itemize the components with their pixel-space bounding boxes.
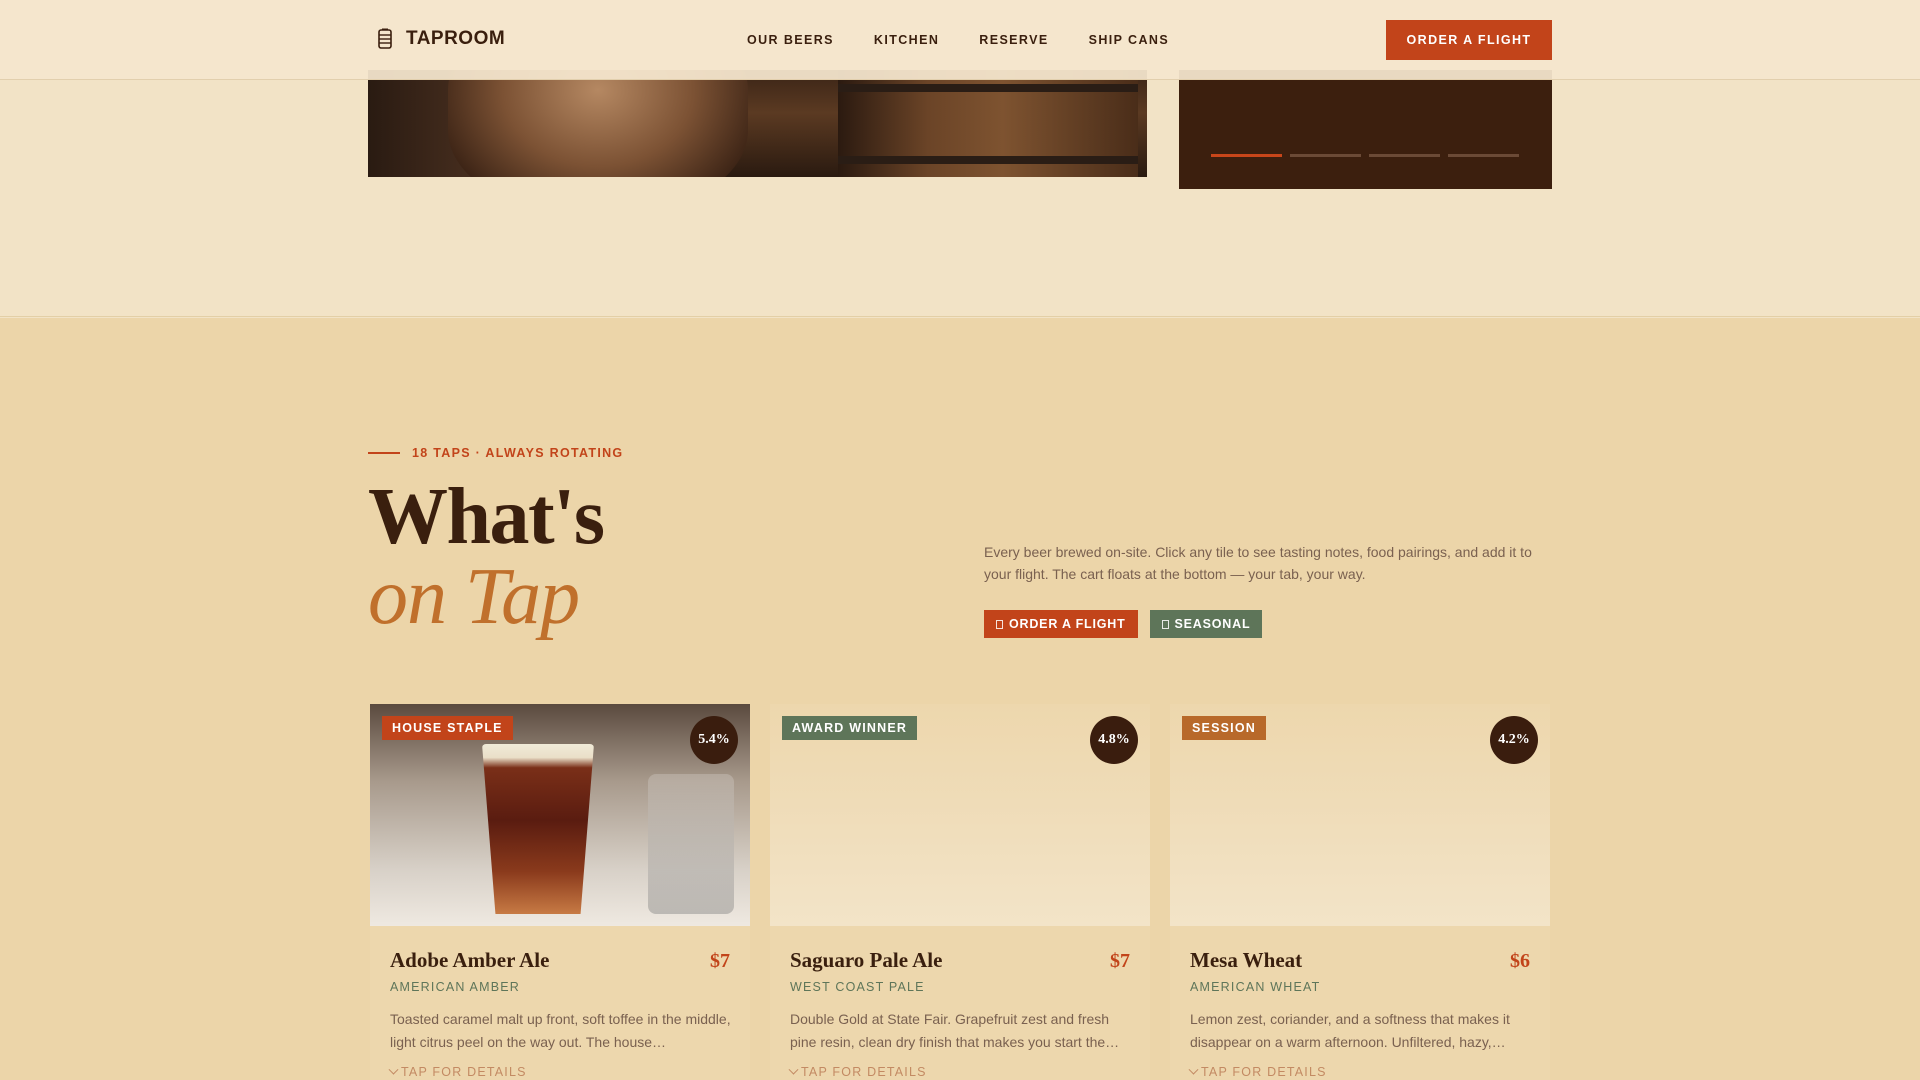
- eyebrow-text: 18 TAPS · ALWAYS ROTATING: [412, 446, 624, 460]
- beer-tag-badge: AWARD WINNER: [782, 716, 918, 740]
- barrel-shape: [448, 70, 748, 177]
- abv-badge: 5.4%: [690, 716, 738, 764]
- eyebrow-divider: [368, 452, 400, 454]
- beer-glass-image: [482, 744, 594, 914]
- barrel-hoop: [838, 156, 1138, 164]
- carousel-dot-2[interactable]: [1290, 154, 1361, 157]
- beer-card[interactable]: HOUSE STAPLE 5.4% Adobe Amber Ale $7 AME…: [370, 704, 750, 1080]
- beer-description: Lemon zest, coriander, and a softness th…: [1190, 1011, 1510, 1050]
- box-icon: [996, 619, 1003, 629]
- order-flight-button[interactable]: ORDER A FLIGHT: [1386, 20, 1552, 60]
- beer-style: WEST COAST PALE: [790, 980, 925, 994]
- hero-barrel-image: [368, 70, 1147, 177]
- beer-style: AMERICAN AMBER: [390, 980, 521, 994]
- section-eyebrow: 18 TAPS · ALWAYS ROTATING: [368, 446, 623, 460]
- section-actions: ORDER A FLIGHT SEASONAL: [984, 610, 1263, 638]
- tap-for-details-link[interactable]: TAP FOR DETAILS: [788, 1064, 927, 1079]
- abv-badge: 4.2%: [1490, 716, 1538, 764]
- order-flight-pill-button[interactable]: ORDER A FLIGHT: [984, 610, 1138, 638]
- seasonal-pill-label: SEASONAL: [1174, 617, 1251, 631]
- chevron-down-icon: [788, 1064, 799, 1075]
- box-icon: [1161, 619, 1169, 629]
- chevron-down-icon: [1188, 1064, 1199, 1075]
- beer-price: $7: [1110, 950, 1130, 972]
- section-title: What's: [368, 473, 605, 561]
- details-label: TAP FOR DETAILS: [401, 1065, 527, 1079]
- nav-ship-cans[interactable]: SHIP CANS: [1089, 33, 1169, 47]
- carousel-dot-4[interactable]: [1448, 154, 1519, 157]
- beer-price: $6: [1510, 950, 1530, 972]
- tap-for-details-link[interactable]: TAP FOR DETAILS: [388, 1064, 527, 1079]
- brand-logo[interactable]: TAPROOM: [376, 28, 505, 50]
- section-intro: Every beer brewed on-site. Click any til…: [984, 544, 1532, 582]
- tap-for-details-link[interactable]: TAP FOR DETAILS: [1188, 1064, 1327, 1079]
- carousel-dot-1[interactable]: [1211, 154, 1282, 157]
- beer-tag-badge: HOUSE STAPLE: [382, 716, 513, 740]
- beer-name: Mesa Wheat: [1190, 948, 1303, 972]
- chevron-down-icon: [388, 1064, 399, 1075]
- beer-tag-badge: SESSION: [1182, 716, 1266, 740]
- carousel-indicators: [1211, 154, 1519, 157]
- taproom-logo-icon: [378, 28, 392, 49]
- beer-name: Saguaro Pale Ale: [790, 948, 943, 972]
- beer-card[interactable]: AWARD WINNER 4.8% Saguaro Pale Ale $7 WE…: [770, 704, 1150, 1080]
- beer-style: AMERICAN WHEAT: [1190, 980, 1321, 994]
- beer-description: Toasted caramel malt up front, soft toff…: [390, 1011, 731, 1050]
- nav-kitchen[interactable]: KITCHEN: [874, 33, 939, 47]
- abv-badge: 4.8%: [1090, 716, 1138, 764]
- barrel-hoop: [838, 84, 1138, 92]
- details-label: TAP FOR DETAILS: [1201, 1065, 1327, 1079]
- beer-price: $7: [710, 950, 730, 972]
- hero-carousel-panel: [1179, 70, 1552, 189]
- main-nav: OUR BEERS KITCHEN RESERVE SHIP CANS: [747, 33, 1169, 47]
- nav-reserve[interactable]: RESERVE: [979, 33, 1048, 47]
- seasonal-pill-button[interactable]: SEASONAL: [1149, 610, 1263, 638]
- carousel-dot-3[interactable]: [1369, 154, 1440, 157]
- beer-description: Double Gold at State Fair. Grapefruit ze…: [790, 1011, 1120, 1050]
- beer-name: Adobe Amber Ale: [390, 948, 550, 972]
- nav-our-beers[interactable]: OUR BEERS: [747, 33, 834, 47]
- water-glass-image: [648, 774, 734, 914]
- site-header: TAPROOM OUR BEERS KITCHEN RESERVE SHIP C…: [0, 0, 1920, 80]
- beer-card[interactable]: SESSION 4.2% Mesa Wheat $6 AMERICAN WHEA…: [1170, 704, 1550, 1080]
- brand-name: TAPROOM: [406, 28, 506, 49]
- order-flight-pill-label: ORDER A FLIGHT: [1009, 617, 1126, 631]
- section-title-accent: on Tap: [368, 553, 580, 641]
- details-label: TAP FOR DETAILS: [801, 1065, 927, 1079]
